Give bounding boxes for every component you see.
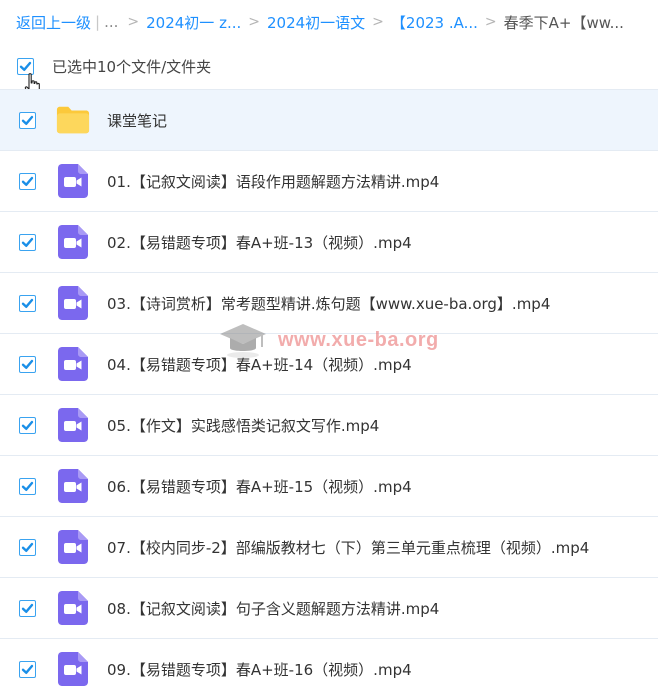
chevron-right-icon: > — [484, 14, 497, 30]
check-icon — [21, 359, 34, 369]
row-checkbox[interactable] — [19, 233, 36, 251]
file-row[interactable]: 09.【易错题专项】春A+班-16（视频）.mp4 — [0, 638, 658, 699]
video-file-icon — [56, 469, 90, 503]
folder-icon — [56, 103, 90, 137]
breadcrumb-ellipsis[interactable]: ... — [104, 13, 118, 31]
file-name[interactable]: 03.【诗词赏析】常考题型精讲.炼句题【www.xue-ba.org】.mp4 — [107, 293, 550, 314]
file-name[interactable]: 06.【易错题专项】春A+班-15（视频）.mp4 — [107, 476, 412, 497]
file-row[interactable]: 课堂笔记 — [0, 89, 658, 150]
file-row[interactable]: 05.【作文】实践感悟类记叙文写作.mp4 — [0, 394, 658, 455]
chevron-right-icon: > — [127, 14, 140, 30]
row-checkbox[interactable] — [19, 599, 36, 617]
row-checkbox[interactable] — [19, 355, 36, 373]
file-name[interactable]: 09.【易错题专项】春A+班-16（视频）.mp4 — [107, 659, 412, 680]
check-icon — [21, 176, 34, 186]
row-checkbox[interactable] — [19, 294, 36, 312]
check-icon — [21, 664, 34, 674]
file-name[interactable]: 08.【记叙文阅读】句子含义题解题方法精讲.mp4 — [107, 598, 439, 619]
chevron-right-icon: > — [248, 14, 260, 30]
row-checkbox[interactable] — [19, 111, 36, 129]
file-name[interactable]: 05.【作文】实践感悟类记叙文写作.mp4 — [107, 415, 379, 436]
selection-bar: 已选中10个文件/文件夹 — [0, 44, 658, 88]
file-row[interactable]: 06.【易错题专项】春A+班-15（视频）.mp4 — [0, 455, 658, 516]
file-row[interactable]: 02.【易错题专项】春A+班-13（视频）.mp4 — [0, 211, 658, 272]
check-icon — [21, 115, 34, 125]
row-checkbox[interactable] — [19, 538, 36, 556]
check-icon — [21, 542, 34, 552]
breadcrumb: 返回上一级 | ... > 2024初一 z... > 2024初一语文 > 【… — [0, 0, 658, 44]
check-icon — [21, 298, 34, 308]
video-file-icon — [56, 286, 90, 320]
file-list: 课堂笔记 01.【记叙文阅读】语段作用题解题方法精讲.mp4 02.【易错题专项… — [0, 89, 658, 699]
check-icon — [21, 603, 34, 613]
file-name[interactable]: 02.【易错题专项】春A+班-13（视频）.mp4 — [107, 232, 412, 253]
file-name[interactable]: 04.【易错题专项】春A+班-14（视频）.mp4 — [107, 354, 412, 375]
file-row[interactable]: 01.【记叙文阅读】语段作用题解题方法精讲.mp4 — [0, 150, 658, 211]
file-row[interactable]: 04.【易错题专项】春A+班-14（视频）.mp4 — [0, 333, 658, 394]
file-name[interactable]: 课堂笔记 — [107, 110, 167, 131]
breadcrumb-item[interactable]: 2024初一 z... — [146, 12, 241, 33]
check-icon — [21, 481, 34, 491]
row-checkbox[interactable] — [19, 660, 36, 678]
video-file-icon — [56, 530, 90, 564]
video-file-icon — [56, 347, 90, 381]
breadcrumb-current: 春季下A+【ww... — [503, 13, 624, 32]
file-name[interactable]: 01.【记叙文阅读】语段作用题解题方法精讲.mp4 — [107, 171, 439, 192]
video-file-icon — [56, 652, 90, 686]
breadcrumb-item[interactable]: 【2023 .A... — [391, 12, 478, 33]
row-checkbox[interactable] — [19, 416, 36, 434]
back-link[interactable]: 返回上一级 — [16, 12, 91, 33]
video-file-icon — [56, 164, 90, 198]
check-icon — [21, 420, 34, 430]
file-row[interactable]: 03.【诗词赏析】常考题型精讲.炼句题【www.xue-ba.org】.mp4 — [0, 272, 658, 333]
selection-count: 已选中10个文件/文件夹 — [52, 57, 212, 76]
chevron-right-icon: > — [372, 14, 384, 30]
video-file-icon — [56, 225, 90, 259]
row-checkbox[interactable] — [19, 172, 36, 190]
file-row[interactable]: 08.【记叙文阅读】句子含义题解题方法精讲.mp4 — [0, 577, 658, 638]
file-name[interactable]: 07.【校内同步-2】部编版教材七（下）第三单元重点梳理（视频）.mp4 — [107, 537, 589, 558]
file-row[interactable]: 07.【校内同步-2】部编版教材七（下）第三单元重点梳理（视频）.mp4 — [0, 516, 658, 577]
row-checkbox[interactable] — [19, 477, 36, 495]
divider: | — [95, 13, 101, 31]
check-icon — [19, 61, 32, 71]
check-icon — [21, 237, 34, 247]
video-file-icon — [56, 408, 90, 442]
breadcrumb-item[interactable]: 2024初一语文 — [267, 12, 365, 33]
video-file-icon — [56, 591, 90, 625]
